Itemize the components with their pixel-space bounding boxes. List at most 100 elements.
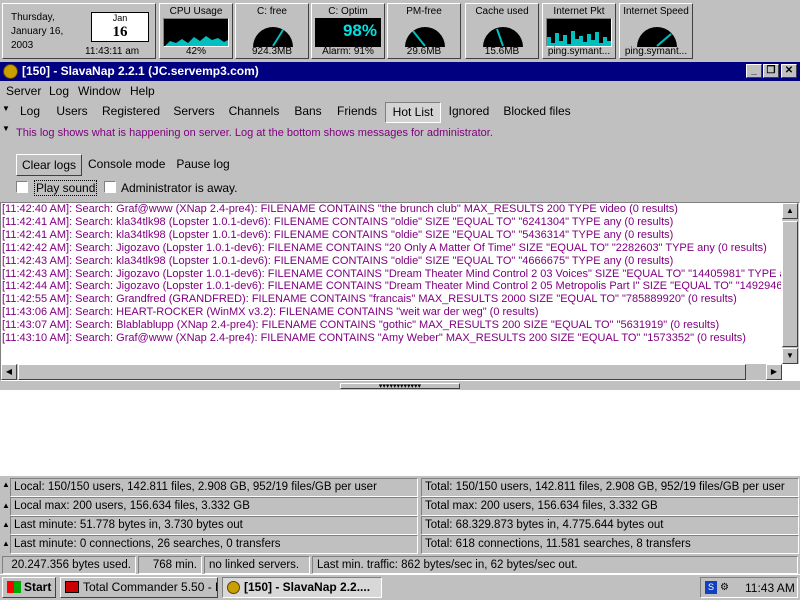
log-line: [11:42:41 AM]: Search: kla34tlk98 (Lopst… [2,228,674,241]
total-connections-stat: Total: 618 connections, 11.581 searches,… [425,538,691,550]
tab-friends[interactable]: Friends [334,102,380,123]
log-line: [11:42:42 AM]: Search: Jigozavo (Lopster… [2,241,767,254]
cpu-usage-graph [163,18,229,47]
play-sound-label[interactable]: Play sound [34,180,98,196]
start-button[interactable]: Start [2,577,56,598]
security-tray-icon[interactable]: S [705,581,717,594]
pm-free-title: PM-free [406,6,442,17]
status-linked-servers: no linked servers. [204,556,310,574]
scroll-left-icon[interactable]: ◀ [1,364,17,380]
tabs-toggle-arrow-icon[interactable]: ▼ [2,104,10,113]
total-max-stat: Total max: 200 users, 156.634 files, 3.3… [425,500,658,512]
panel-toggle-arrow-icon[interactable]: ▼ [2,124,10,133]
internet-pkt-value: ping.symant... [547,46,611,57]
log-horizontal-scrollbar[interactable]: ◀ ▶ [1,364,782,380]
status-traffic: Last min. traffic: 862 bytes/sec in, 62 … [312,556,798,574]
internet-pkt-graph [546,18,612,47]
menu-server[interactable]: Server [6,84,41,98]
task-slavanap[interactable]: [150] - SlavaNap 2.2.... [222,577,382,598]
tab-registered[interactable]: Registered [99,102,163,123]
tab-servers[interactable]: Servers [170,102,218,123]
clock-time: 11:43:11 am [85,46,140,57]
server-log-list[interactable]: [11:42:40 AM]: Search: Graf@www (XNap 2.… [2,203,781,366]
scroll-down-icon[interactable]: ▼ [782,348,798,364]
horizontal-scroll-thumb[interactable] [18,364,746,380]
total-bytes-stat: Total: 68.329.873 bytes in, 4.775.644 by… [425,519,664,531]
log-line: [11:42:55 AM]: Search: Grandfred (GRANDF… [2,293,737,306]
network-tray-icon[interactable]: ⚙ [720,581,734,594]
play-sound-checkbox[interactable] [16,181,28,193]
clear-logs-button[interactable]: Clear logs [16,154,82,176]
splitter-grip-icon[interactable]: ▾▾▾▾▾▾▾▾▾▾▾▾ [340,383,460,389]
cache-used-title: Cache used [475,6,529,17]
menu-window[interactable]: Window [78,84,121,98]
c-free-value: 924.3MB [251,46,293,57]
slavanap-app-icon[interactable] [3,64,18,79]
status-bytes-used: 20.247.356 bytes used. [2,556,136,574]
tab-log[interactable]: Log [14,102,46,123]
stats-arrow-icon[interactable]: ▲ [2,539,10,548]
c-optim-display: 98% [315,18,381,47]
calendar-page-icon: Jan 16 [91,12,149,42]
internet-pkt-title: Internet Pkt [553,6,605,17]
stats-arrow-icon[interactable]: ▲ [2,480,10,489]
tab-blocked-files[interactable]: Blocked files [500,102,574,123]
last-minute-bytes-stat: Last minute: 51.778 bytes in, 3.730 byte… [14,519,243,531]
c-free-title: C: free [256,6,287,17]
internet-pkt-widget: Internet Pkt ping.symant... [542,3,616,59]
tab-bans[interactable]: Bans [290,102,326,123]
scroll-up-icon[interactable]: ▲ [782,203,798,219]
log-line: [11:42:44 AM]: Search: Jigozavo (Lopster… [2,280,781,293]
tab-channels[interactable]: Channels [226,102,282,123]
log-line: [11:42:41 AM]: Search: kla34tlk98 (Lopst… [2,215,674,228]
local-max-stat: Local max: 200 users, 156.634 files, 3.3… [14,500,250,512]
tab-ignored[interactable]: Ignored [446,102,492,123]
tab-hot-list[interactable]: Hot List [385,102,441,123]
menu-help[interactable]: Help [130,84,155,98]
pm-free-value: 29.6MB [406,46,442,57]
total-commander-icon [65,581,79,593]
internet-speed-widget: Internet Speed ping.symant... [619,3,693,59]
vertical-scroll-thumb[interactable] [782,221,798,347]
cache-used-widget: Cache used 15.6MB [465,3,539,59]
log-line: [11:42:43 AM]: Search: Jigozavo (Lopster… [2,267,781,280]
total-users-stat: Total: 150/150 users, 142.811 files, 2.9… [425,481,785,493]
log-vertical-scrollbar[interactable]: ▲ ▼ [782,203,799,364]
local-users-stat: Local: 150/150 users, 142.811 files, 2.9… [14,481,377,493]
menu-log[interactable]: Log [49,84,69,98]
admin-away-checkbox[interactable] [104,181,116,193]
task-label: [150] - SlavaNap 2.2.... [244,580,371,594]
close-button[interactable]: ✕ [781,64,797,78]
tab-users[interactable]: Users [52,102,92,123]
calendar-month: Jan [112,13,128,23]
tray-clock[interactable]: 11:43 AM [745,580,795,596]
task-label: Total Commander 5.50 - N... [83,580,217,594]
cache-used-value: 15.6MB [484,46,520,57]
cache-used-gauge [469,18,535,47]
log-line: [11:43:10 AM]: Search: Graf@www (XNap 2.… [2,332,746,345]
task-total-commander[interactable]: Total Commander 5.50 - N... [60,577,218,598]
stats-arrow-icon[interactable]: ▲ [2,501,10,510]
internet-speed-gauge [623,18,689,47]
slavanap-task-icon [227,581,240,594]
c-optim-title: C: Optim [328,6,368,17]
clock-widget: Thursday, January 16, 2003 Jan 16 11:43:… [2,3,156,59]
window-title: [150] - SlavaNap 2.2.1 (JC.servemp3.com) [22,64,259,78]
restore-button[interactable]: ❐ [763,64,779,78]
minimize-button[interactable]: _ [746,64,762,78]
status-minutes: 768 min. [138,556,202,574]
log-line: [11:43:06 AM]: Search: HEART-ROCKER (Win… [2,306,539,319]
pm-free-widget: PM-free 29.6MB [387,3,461,59]
admin-messages-log[interactable] [0,390,800,476]
c-free-widget: C: free 924.3MB [235,3,309,59]
cpu-usage-widget: CPU Usage 42% [159,3,233,59]
log-line: [11:42:43 AM]: Search: kla34tlk98 (Lopst… [2,254,674,267]
clock-date: January 16, [11,26,64,37]
pause-log-button[interactable]: Pause log [175,154,231,176]
scroll-right-icon[interactable]: ▶ [766,364,782,380]
admin-away-label[interactable]: Administrator is away. [121,181,237,195]
system-tray: S ⚙ 11:43 AM [700,577,798,598]
stats-arrow-icon[interactable]: ▲ [2,520,10,529]
console-mode-button[interactable]: Console mode [88,154,165,176]
c-optim-widget: C: Optim 98% Alarm: 91% [311,3,385,59]
